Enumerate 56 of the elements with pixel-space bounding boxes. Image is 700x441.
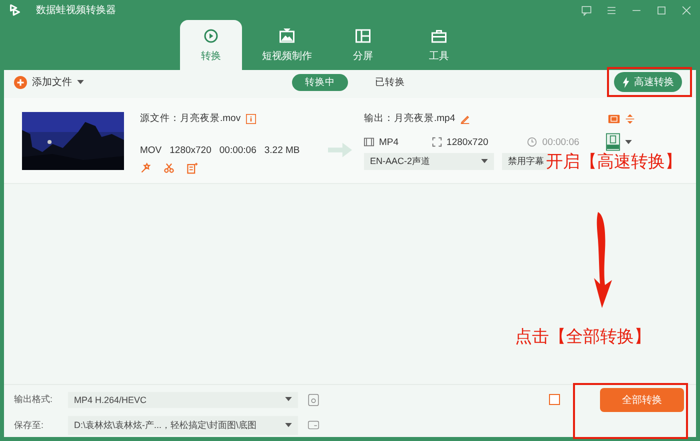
tab[interactable]: 工具 xyxy=(408,20,470,70)
edit-frame-icon[interactable] xyxy=(186,162,198,174)
play-circle-icon xyxy=(202,27,220,45)
info-icon[interactable] xyxy=(246,114,256,124)
save-path-dropdown[interactable]: D:\袁林炫\袁林炫-产...，轻松搞定\封面图\底图 xyxy=(68,416,298,434)
resize-icon xyxy=(432,137,442,147)
file-meta: MOV xyxy=(140,145,162,156)
tab[interactable]: 分屏 xyxy=(332,20,394,70)
layout-icon xyxy=(354,27,372,45)
output-format-dropdown[interactable]: MP4 H.264/HEVC xyxy=(68,392,298,408)
pencil-icon[interactable] xyxy=(460,114,470,124)
output-format: MP4 xyxy=(379,136,399,148)
source-filename: 源文件：月亮夜景.mov xyxy=(140,112,241,125)
caret-icon[interactable] xyxy=(625,140,632,144)
audio-track-dropdown[interactable]: EN-AAC-2声道 xyxy=(364,153,494,170)
add-file-button[interactable]: 添加文件 xyxy=(14,75,84,89)
close-icon[interactable] xyxy=(681,4,692,16)
output-resolution: 1280x720 xyxy=(446,136,488,148)
tab[interactable]: 转换 xyxy=(180,20,242,70)
merge-checkbox[interactable] xyxy=(549,394,560,405)
caret-icon xyxy=(285,422,292,428)
annotation-text: 点击【全部转换】 xyxy=(515,326,651,348)
menu-icon[interactable] xyxy=(606,4,617,16)
caret-icon xyxy=(481,159,488,164)
file-meta: 1280x720 xyxy=(170,145,212,156)
plus-icon xyxy=(14,76,27,88)
tab[interactable]: 短视频制作 xyxy=(256,20,318,70)
arrow-right-icon xyxy=(328,142,352,158)
scissors-icon[interactable] xyxy=(163,162,175,174)
filter-tab[interactable]: 转换中 xyxy=(292,74,348,90)
output-filename: 输出：月亮夜景.mp4 xyxy=(364,112,456,125)
app-logo-icon xyxy=(8,3,22,17)
feedback-icon[interactable] xyxy=(581,4,592,16)
file-meta: 3.22 MB xyxy=(264,145,300,156)
format-file-icon[interactable] xyxy=(606,133,620,151)
magic-wand-icon[interactable] xyxy=(140,162,152,174)
split-icon[interactable] xyxy=(625,114,636,124)
save-to-label: 保存至: xyxy=(14,418,45,432)
maximize-icon[interactable] xyxy=(656,4,667,16)
lightning-icon xyxy=(622,76,630,88)
clock-icon xyxy=(527,137,538,147)
window-title: 数据蛙视频转换器 xyxy=(36,4,116,17)
output-duration: 00:00:06 xyxy=(542,136,580,148)
folder-icon[interactable] xyxy=(308,419,319,431)
caret-icon xyxy=(285,397,292,402)
file-meta: 00:00:06 xyxy=(219,145,256,156)
convert-all-button[interactable]: 全部转换 xyxy=(600,388,684,412)
speed-convert-button[interactable]: 高速转换 xyxy=(614,72,682,92)
film-icon xyxy=(364,137,374,147)
tv-icon xyxy=(278,27,296,45)
caret-icon xyxy=(77,80,84,84)
output-format-label: 输出格式: xyxy=(14,393,54,406)
video-settings-icon[interactable] xyxy=(608,114,620,124)
filter-tab[interactable]: 已转换 xyxy=(362,74,418,90)
settings-icon[interactable] xyxy=(308,394,319,406)
toolbox-icon xyxy=(430,27,448,45)
